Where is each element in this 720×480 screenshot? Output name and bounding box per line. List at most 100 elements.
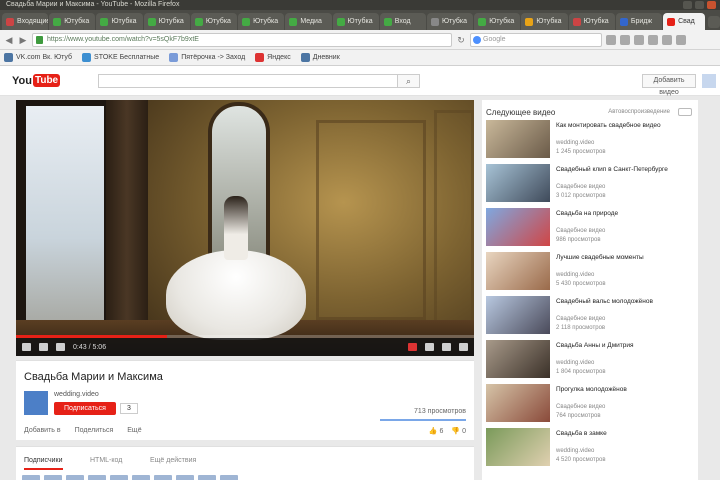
settings-icon[interactable] [425, 343, 434, 351]
back-icon[interactable]: ◀ [4, 35, 14, 45]
video-player[interactable]: 0:43 / 5:06 [16, 100, 474, 356]
youtube-search-button[interactable]: ⌕ [398, 74, 420, 88]
video-time: 0:43 / 5:06 [73, 343, 107, 351]
browser-tab[interactable]: Ютубка [49, 13, 96, 30]
related-video-item[interactable]: Как монтировать свадебное видео wedding.v… [486, 120, 694, 160]
bookmark-item[interactable]: Дневник [300, 53, 340, 62]
related-video-item[interactable]: Свадебный клип в Санкт-Петербурге Свадебн… [486, 164, 694, 204]
related-video-title[interactable]: Прогулка молодожёнов [556, 386, 690, 402]
share-icon[interactable] [88, 475, 106, 480]
subscriber-count: 3 [120, 403, 138, 414]
related-video-item[interactable]: Прогулка молодожёнов Свадебное видео 764 п… [486, 384, 694, 424]
bookmark-item[interactable]: Яндекс [255, 53, 291, 62]
related-video-thumbnail[interactable] [486, 384, 550, 422]
star-icon[interactable] [606, 34, 616, 45]
subscribe-button[interactable]: Подписаться [54, 402, 116, 415]
browser-tab[interactable]: Бридж [615, 13, 663, 30]
related-video-title[interactable]: Свадьба Анны и Дмитрия [556, 342, 690, 358]
download-icon[interactable] [634, 34, 644, 45]
browser-tab[interactable]: Вход [379, 13, 426, 30]
browser-search-input[interactable]: Google [470, 32, 602, 47]
reload-icon[interactable]: ↻ [456, 35, 466, 45]
share-icon[interactable] [198, 475, 216, 480]
volume-icon[interactable] [56, 343, 65, 351]
browser-tab[interactable]: Ютубка [474, 13, 521, 30]
related-video-title[interactable]: Лучшие свадебные моменты [556, 254, 690, 270]
browser-tab[interactable]: Ютубка [332, 13, 379, 30]
related-video-thumbnail[interactable] [486, 296, 550, 334]
autoplay-toggle[interactable] [678, 108, 692, 116]
browser-tab[interactable]: Ютубка [426, 13, 474, 30]
bookmark-item[interactable]: STOKE Бесплатные [82, 53, 159, 62]
related-video-title[interactable]: Свадебный клип в Санкт-Петербурге [556, 166, 690, 182]
tab-embed[interactable]: HTML-код [90, 457, 122, 464]
upload-button[interactable]: Добавить видео [642, 74, 696, 96]
maximize-icon[interactable] [695, 1, 704, 9]
forward-icon[interactable]: ▶ [18, 35, 28, 45]
more-button[interactable]: Ещё [127, 427, 141, 434]
related-video-item[interactable]: Свадьба в замке wedding.video 4 520 просмо… [486, 428, 694, 468]
channel-avatar[interactable] [24, 391, 48, 415]
browser-tab[interactable]: Ютубка [238, 13, 285, 30]
share-icon[interactable] [220, 475, 238, 480]
browser-tab[interactable]: Ютубка [190, 13, 238, 30]
video-info-card: Свадьба Марии и Максима wedding.video По… [16, 360, 474, 440]
share-icon[interactable] [154, 475, 172, 480]
browser-tab[interactable]: Ютубка [143, 13, 190, 30]
browser-tab[interactable]: Входящие [2, 13, 49, 30]
browser-tab[interactable]: Ютубка [568, 13, 615, 30]
related-video-item[interactable]: Свадьба на природе Свадебное видео 986 про… [486, 208, 694, 248]
channel-name[interactable]: wedding.video [54, 391, 99, 398]
related-video-thumbnail[interactable] [486, 252, 550, 290]
home-icon[interactable] [648, 34, 658, 45]
tab-subscribers[interactable]: Подписчики [24, 457, 63, 470]
youtube-search-input[interactable] [98, 74, 398, 88]
menu-icon[interactable] [676, 34, 686, 45]
youtube-logo[interactable]: You Tube [12, 74, 61, 87]
navigation-toolbar: ◀ ▶ https://www.youtube.com/watch?v=5sQk… [0, 30, 720, 50]
share-icon[interactable] [22, 475, 40, 480]
related-video-title[interactable]: Свадьба в замке [556, 430, 690, 446]
bookmark-favicon-icon [4, 53, 13, 62]
browser-tab[interactable]: Медиа [285, 13, 332, 30]
related-video-title[interactable]: Свадьба на природе [556, 210, 690, 226]
browser-tab[interactable]: Свад [663, 13, 705, 30]
share-icon[interactable] [66, 475, 84, 480]
bookmark-item[interactable]: VK.com Вк. Ютуб [4, 53, 72, 62]
fullscreen-icon[interactable] [459, 343, 468, 351]
tab-favicon-icon [525, 17, 534, 26]
like-button[interactable]: 👍 6 [429, 427, 444, 435]
related-video-thumbnail[interactable] [486, 340, 550, 378]
bookmark-icon[interactable] [620, 34, 630, 45]
minimize-icon[interactable] [683, 1, 692, 9]
browser-tab[interactable]: Ютубка [96, 13, 143, 30]
theater-icon[interactable] [442, 343, 451, 351]
add-to-button[interactable]: Добавить в [24, 427, 61, 434]
bookmark-item[interactable]: Пятёрочка -> Заход [169, 53, 245, 62]
account-avatar[interactable] [702, 74, 716, 88]
addon-icon[interactable] [662, 34, 672, 45]
related-video-thumbnail[interactable] [486, 428, 550, 466]
share-icon[interactable] [44, 475, 62, 480]
related-video-item[interactable]: Свадебный вальс молодожёнов Свадебное вид… [486, 296, 694, 336]
hd-icon[interactable] [408, 343, 417, 351]
play-icon[interactable] [22, 343, 31, 351]
share-icon[interactable] [176, 475, 194, 480]
related-video-thumbnail[interactable] [486, 208, 550, 246]
next-icon[interactable] [39, 343, 48, 351]
browser-tab[interactable]: Ютубка [521, 13, 568, 30]
tab-more-actions[interactable]: Ещё действия [150, 457, 196, 464]
dislike-button[interactable]: 👎 0 [451, 427, 466, 435]
related-video-item[interactable]: Свадьба Анны и Дмитрия wedding.video 1 804… [486, 340, 694, 380]
related-video-item[interactable]: Лучшие свадебные моменты wedding.video 5 4… [486, 252, 694, 292]
related-video-thumbnail[interactable] [486, 120, 550, 158]
close-icon[interactable] [707, 1, 716, 9]
related-video-thumbnail[interactable] [486, 164, 550, 202]
related-video-title[interactable]: Как монтировать свадебное видео [556, 122, 690, 138]
share-button[interactable]: Поделиться [75, 427, 114, 434]
share-icon[interactable] [132, 475, 150, 480]
related-video-title[interactable]: Свадебный вальс молодожёнов [556, 298, 690, 314]
address-bar[interactable]: https://www.youtube.com/watch?v=5sQkF7b9… [32, 32, 452, 47]
share-icon[interactable] [110, 475, 128, 480]
new-tab-button[interactable] [707, 16, 720, 28]
